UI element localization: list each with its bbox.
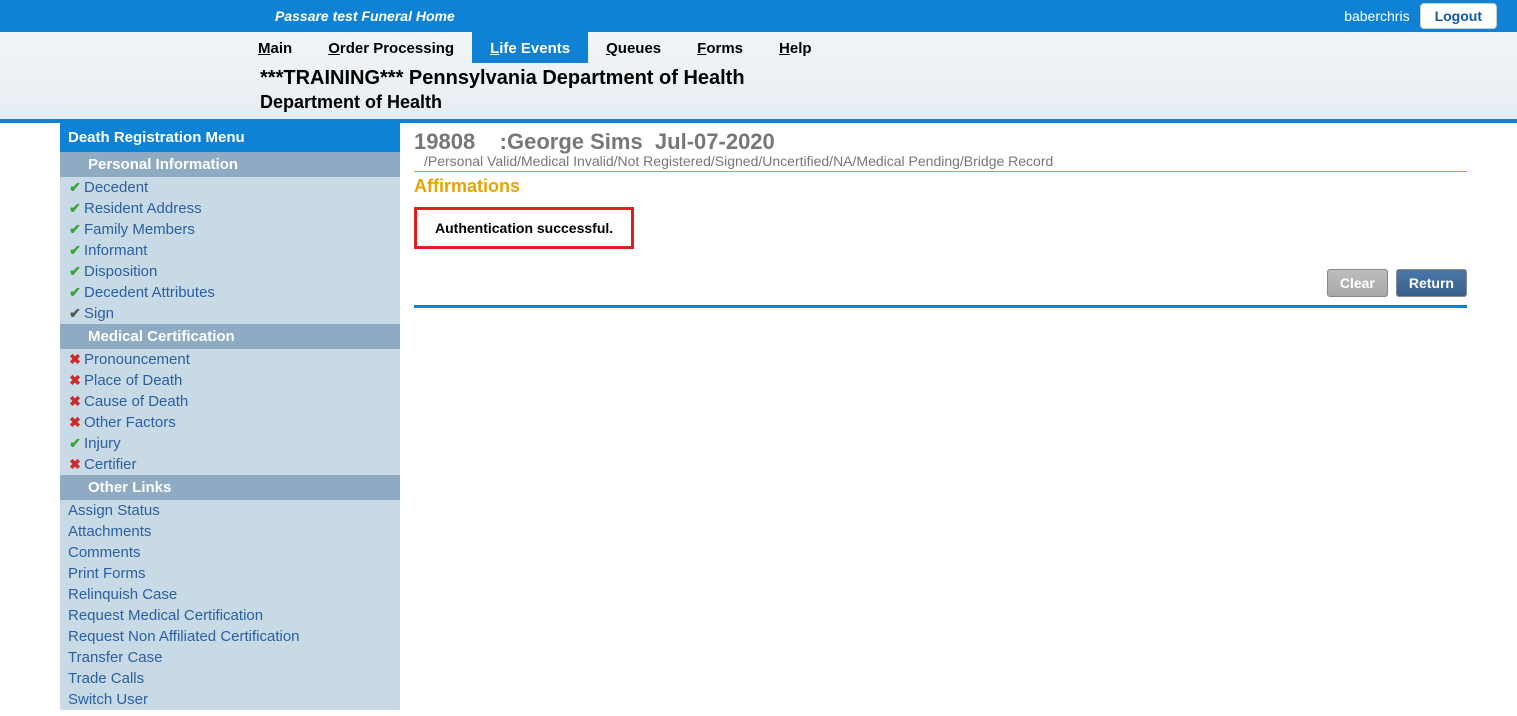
sidebar-item: ✖Place of Death [60,370,400,391]
menu-area: MainOrder ProcessingLife EventsQueuesFor… [0,32,1517,123]
sidebar-item: Print Forms [60,563,400,584]
funeral-home-name: Passare test Funeral Home [275,8,455,24]
sidebar-link-relinquish-case[interactable]: Relinquish Case [68,586,177,603]
check-icon: ✔ [68,242,82,259]
sidebar-link-disposition[interactable]: Disposition [84,263,157,280]
return-button[interactable]: Return [1396,269,1467,297]
sidebar-link-sign[interactable]: Sign [84,305,114,322]
sidebar-link-assign-status[interactable]: Assign Status [68,502,160,519]
username-label: baberchris [1344,8,1409,24]
sidebar-item: ✔Disposition [60,261,400,282]
logout-button[interactable]: Logout [1420,3,1497,29]
registration-menu-panel: Death Registration Menu Personal Informa… [60,123,400,710]
check-icon: ✔ [68,221,82,238]
sidebar-link-request-medical-certification[interactable]: Request Medical Certification [68,607,263,624]
cross-icon: ✖ [68,393,82,410]
training-banner: ***TRAINING*** Pennsylvania Department o… [0,63,1517,113]
section-title: Affirmations [414,176,1467,197]
check-icon: ✔ [68,435,82,452]
sidebar-item: ✖Other Factors [60,412,400,433]
menu-item-main[interactable]: Main [240,32,310,63]
sidebar-link-cause-of-death[interactable]: Cause of Death [84,393,188,410]
sidebar-link-pronouncement[interactable]: Pronouncement [84,351,190,368]
sidebar-link-place-of-death[interactable]: Place of Death [84,372,182,389]
cross-icon: ✖ [68,414,82,431]
sidebar: Death Registration Menu Personal Informa… [0,123,400,710]
sidebar-link-certifier[interactable]: Certifier [84,456,137,473]
sidebar-item: Comments [60,542,400,563]
sidebar-item: Transfer Case [60,647,400,668]
top-bar: Passare test Funeral Home baberchris Log… [0,0,1517,32]
sidebar-item: Attachments [60,521,400,542]
action-row: Clear Return [414,269,1467,308]
sidebar-item: Request Non Affiliated Certification [60,626,400,647]
sidebar-link-attachments[interactable]: Attachments [68,523,151,540]
sidebar-link-transfer-case[interactable]: Transfer Case [68,649,162,666]
neutral-icon: ✔ [68,305,82,322]
clear-button[interactable]: Clear [1327,269,1388,297]
sidebar-item: ✔Resident Address [60,198,400,219]
menu-item-order-processing[interactable]: Order Processing [310,32,472,63]
sidebar-item: ✔Decedent Attributes [60,282,400,303]
sidebar-link-informant[interactable]: Informant [84,242,147,259]
sidebar-item: Assign Status [60,500,400,521]
menu-item-forms[interactable]: Forms [679,32,761,63]
main-menu: MainOrder ProcessingLife EventsQueuesFor… [0,32,1517,63]
sidebar-item: Trade Calls [60,668,400,689]
check-icon: ✔ [68,263,82,280]
case-status-path: /Personal Valid/Medical Invalid/Not Regi… [414,153,1467,169]
sidebar-link-decedent-attributes[interactable]: Decedent Attributes [84,284,215,301]
sidebar-item: ✔Decedent [60,177,400,198]
case-header: 19808 :George Sims Jul-07-2020 [414,129,1467,155]
sidebar-item: ✔Family Members [60,219,400,240]
sidebar-item: Request Medical Certification [60,605,400,626]
sidebar-item: Relinquish Case [60,584,400,605]
sidebar-link-resident-address[interactable]: Resident Address [84,200,202,217]
sidebar-link-switch-user[interactable]: Switch User [68,691,148,708]
menu-item-help[interactable]: Help [761,32,830,63]
sidebar-item: ✔Injury [60,433,400,454]
sidebar-section-header: Medical Certification [60,324,400,349]
sidebar-section-header: Personal Information [60,152,400,177]
sidebar-item: ✔Informant [60,240,400,261]
check-icon: ✔ [68,179,82,196]
sidebar-item: ✖Certifier [60,454,400,475]
separator [414,171,1467,172]
sidebar-link-decedent[interactable]: Decedent [84,179,148,196]
training-line2: Department of Health [260,92,1517,113]
sidebar-section-header: Other Links [60,475,400,500]
check-icon: ✔ [68,284,82,301]
sidebar-link-injury[interactable]: Injury [84,435,121,452]
sidebar-item: ✖Cause of Death [60,391,400,412]
case-date: Jul-07-2020 [655,129,775,154]
cross-icon: ✖ [68,372,82,389]
case-id: 19808 [414,129,475,154]
sidebar-link-comments[interactable]: Comments [68,544,141,561]
sidebar-item: ✔Sign [60,303,400,324]
cross-icon: ✖ [68,456,82,473]
menu-item-life-events[interactable]: Life Events [472,32,588,63]
sidebar-item: ✖Pronouncement [60,349,400,370]
case-name: :George Sims [500,129,643,154]
menu-item-queues[interactable]: Queues [588,32,679,63]
sidebar-title: Death Registration Menu [60,123,400,152]
sidebar-link-other-factors[interactable]: Other Factors [84,414,176,431]
check-icon: ✔ [68,200,82,217]
sidebar-item: Switch User [60,689,400,710]
content-area: 19808 :George Sims Jul-07-2020 /Personal… [400,123,1517,710]
auth-success-message: Authentication successful. [414,207,634,249]
training-line1: ***TRAINING*** Pennsylvania Department o… [260,67,1517,90]
sidebar-link-trade-calls[interactable]: Trade Calls [68,670,144,687]
sidebar-link-print-forms[interactable]: Print Forms [68,565,146,582]
sidebar-link-request-non-affiliated-certification[interactable]: Request Non Affiliated Certification [68,628,300,645]
sidebar-link-family-members[interactable]: Family Members [84,221,195,238]
cross-icon: ✖ [68,351,82,368]
